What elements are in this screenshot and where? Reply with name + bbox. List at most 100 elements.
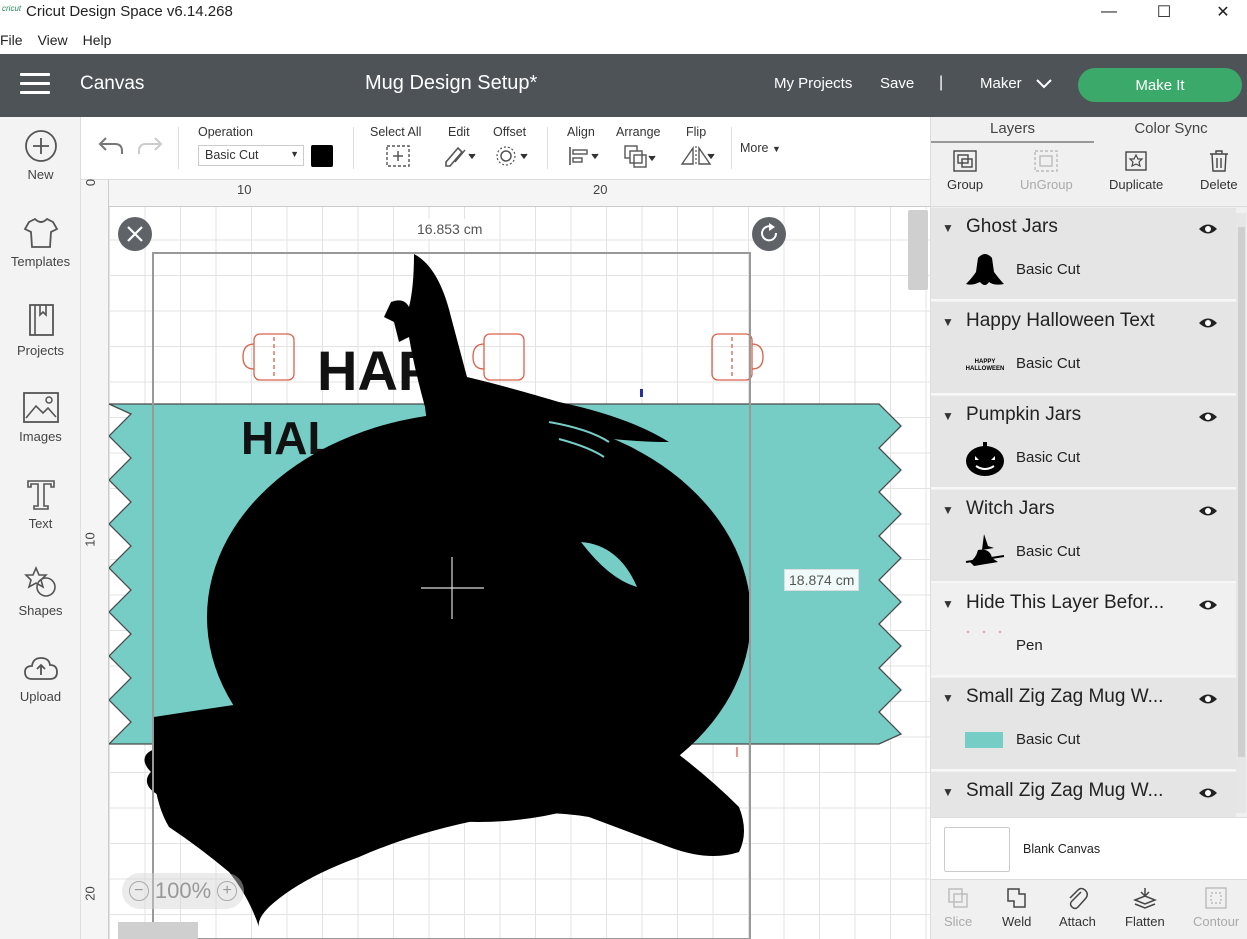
canvas-color-swatch[interactable] <box>944 827 1010 872</box>
sidebar-item-shapes[interactable]: Shapes <box>0 565 81 645</box>
ungroup-label: UnGroup <box>1020 177 1073 192</box>
contour-button[interactable]: Contour <box>1193 886 1239 929</box>
sidebar-item-text[interactable]: Text <box>0 478 81 558</box>
minimize-button[interactable]: — <box>1086 0 1132 24</box>
collapse-arrow-icon[interactable]: ▼ <box>942 597 954 611</box>
layer-item[interactable]: ▼ Pumpkin Jars Basic Cut <box>931 396 1236 489</box>
attach-label: Attach <box>1059 914 1096 929</box>
contour-icon <box>1205 887 1227 909</box>
layer-operation: Basic Cut <box>1016 261 1081 278</box>
weld-button[interactable]: Weld <box>1002 886 1031 929</box>
arrange-label: Arrange <box>616 125 661 139</box>
slice-label: Slice <box>944 914 973 929</box>
zoom-out-button[interactable]: − <box>128 881 149 901</box>
layer-name: Pumpkin Jars <box>966 404 1082 425</box>
sidebar-label-images: Images <box>19 429 62 444</box>
tab-layers[interactable]: Layers <box>931 117 1094 143</box>
layer-item[interactable]: ▼ Small Zig Zag Mug W... Basic Cut <box>931 678 1236 771</box>
duplicate-button[interactable]: Duplicate <box>1109 149 1163 192</box>
redo-icon[interactable] <box>136 135 164 157</box>
layer-item[interactable]: ▼ Witch Jars Basic Cut <box>931 490 1236 583</box>
sidebar-item-projects[interactable]: Projects <box>0 303 81 383</box>
collapse-arrow-icon[interactable]: ▼ <box>942 221 954 235</box>
toolbar-divider <box>178 127 179 169</box>
menu-file[interactable]: File <box>0 30 23 54</box>
delete-button[interactable]: Delete <box>1200 149 1238 192</box>
layer-item[interactable]: ▼ Happy Halloween Text HAPPY HALLOWEEN Ba… <box>931 302 1236 395</box>
menu-bar: File View Help <box>0 30 126 54</box>
attach-button[interactable]: Attach <box>1059 886 1096 929</box>
menu-view[interactable]: View <box>38 30 68 54</box>
shapes-icon <box>23 565 56 597</box>
menu-help[interactable]: Help <box>83 30 112 54</box>
visibility-eye-icon[interactable] <box>1198 504 1218 518</box>
tab-color-sync[interactable]: Color Sync <box>1094 117 1247 143</box>
select-all-label: Select All <box>370 125 422 139</box>
collapse-arrow-icon[interactable]: ▼ <box>942 409 954 423</box>
operation-color-swatch[interactable] <box>311 145 333 167</box>
witch-thumbnail <box>965 534 1005 566</box>
layer-item[interactable]: ▼ Ghost Jars Basic Cut <box>931 208 1236 301</box>
align-icon[interactable] <box>567 144 601 168</box>
collapse-arrow-icon[interactable]: ▼ <box>942 503 954 517</box>
ungroup-button[interactable]: UnGroup <box>1020 149 1073 192</box>
bottom-actions-bar: Slice Weld Attach Flatten Contour <box>931 879 1247 939</box>
undo-icon[interactable] <box>97 135 125 157</box>
save-link[interactable]: Save <box>880 75 914 92</box>
slice-button[interactable]: Slice <box>944 886 972 929</box>
sidebar-item-upload[interactable]: Upload <box>0 653 81 733</box>
blank-canvas-row[interactable]: Blank Canvas <box>931 817 1247 879</box>
layer-operation: Basic Cut <box>1016 449 1081 466</box>
my-projects-link[interactable]: My Projects <box>774 75 852 92</box>
more-menu[interactable]: More ▼ <box>740 141 781 155</box>
visibility-eye-icon[interactable] <box>1198 598 1218 612</box>
layer-operation: Basic Cut <box>1016 355 1081 372</box>
visibility-eye-icon[interactable] <box>1198 410 1218 424</box>
collapse-arrow-icon[interactable]: ▼ <box>942 691 954 705</box>
edit-icon[interactable] <box>443 144 477 168</box>
sidebar-item-new[interactable]: New <box>0 129 81 209</box>
group-button[interactable]: Group <box>947 149 983 192</box>
layer-name: Small Zig Zag Mug W... <box>966 780 1164 801</box>
make-it-button[interactable]: Make It <box>1078 68 1242 102</box>
maximize-button[interactable]: ☐ <box>1141 0 1187 24</box>
hamburger-menu-icon[interactable] <box>20 73 50 97</box>
ruler-tick-20: 20 <box>593 182 608 197</box>
ungroup-icon <box>1034 150 1059 172</box>
selection-marker <box>640 389 643 397</box>
trash-icon <box>1209 150 1228 172</box>
book-icon <box>28 304 54 336</box>
machine-select[interactable]: Maker <box>980 75 1052 92</box>
sidebar-item-images[interactable]: Images <box>0 391 81 471</box>
width-dimension-label: 16.853 cm <box>413 219 487 239</box>
offset-icon[interactable] <box>495 144 529 168</box>
text-icon <box>26 480 55 510</box>
layer-item[interactable]: ▼ Small Zig Zag Mug W... <box>931 772 1236 818</box>
zoom-in-button[interactable]: + <box>217 881 238 901</box>
sidebar-label-upload: Upload <box>19 689 62 704</box>
design-canvas[interactable]: HAP HAL 16.853 cm 18.874 cm <box>109 207 930 939</box>
canvas-vertical-scrollbar[interactable] <box>908 210 928 290</box>
collapse-arrow-icon[interactable]: ▼ <box>942 315 954 329</box>
select-all-icon[interactable] <box>385 144 411 168</box>
close-window-button[interactable]: ✕ <box>1200 0 1246 24</box>
canvas-horizontal-scrollbar[interactable] <box>118 922 198 939</box>
visibility-eye-icon[interactable] <box>1198 222 1218 236</box>
toolbar-divider <box>731 127 732 169</box>
operation-select[interactable]: Basic Cut <box>198 145 304 166</box>
collapse-arrow-icon[interactable]: ▼ <box>942 785 954 799</box>
flip-icon[interactable] <box>679 144 715 168</box>
visibility-eye-icon[interactable] <box>1198 786 1218 800</box>
layers-scrollbar[interactable] <box>1236 213 1246 813</box>
layer-name: Small Zig Zag Mug W... <box>966 686 1164 707</box>
sidebar-item-templates[interactable]: Templates <box>0 216 81 296</box>
layer-name: Ghost Jars <box>966 216 1058 237</box>
visibility-eye-icon[interactable] <box>1198 316 1218 330</box>
visibility-eye-icon[interactable] <box>1198 692 1218 706</box>
layer-item[interactable]: ▼ Hide This Layer Befor... Pen <box>931 584 1236 677</box>
flatten-button[interactable]: Flatten <box>1125 886 1165 929</box>
flip-label: Flip <box>686 125 707 139</box>
app-title: Cricut Design Space v6.14.268 <box>26 3 233 20</box>
arrange-icon[interactable] <box>623 144 657 170</box>
text-thumbnail: HAPPY HALLOWEEN <box>965 359 1005 372</box>
